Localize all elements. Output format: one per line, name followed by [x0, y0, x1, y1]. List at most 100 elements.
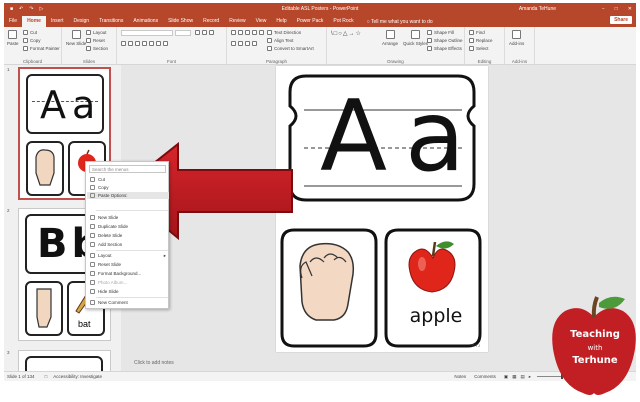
align-buttons[interactable]: [231, 41, 257, 46]
logo-line-1: Teaching: [570, 329, 620, 340]
tab-pot-rock[interactable]: Pot Rock: [328, 16, 358, 27]
find-button[interactable]: Find: [469, 30, 485, 35]
font-size-field[interactable]: [175, 30, 191, 36]
tab-review[interactable]: Review: [224, 16, 250, 27]
menu-item-new-slide[interactable]: New Slide: [87, 214, 169, 221]
paste-button[interactable]: Paste: [7, 30, 19, 46]
clipboard-label: Clipboard: [22, 59, 43, 64]
share-button[interactable]: Share: [610, 16, 632, 24]
maximize-button[interactable]: □: [615, 6, 618, 12]
tab-design[interactable]: Design: [68, 16, 94, 27]
tab-animations[interactable]: Animations: [128, 16, 163, 27]
menu-item-duplicate-slide[interactable]: Duplicate Slide: [87, 223, 169, 230]
view-buttons: ▣ ▦ ▤ ▸: [504, 374, 531, 380]
quick-styles-button[interactable]: Quick Styles: [403, 30, 428, 46]
list-buttons[interactable]: [231, 30, 264, 35]
tab-transitions[interactable]: Transitions: [94, 16, 128, 27]
tab-home[interactable]: Home: [22, 16, 46, 27]
arrange-button[interactable]: Arrange: [382, 30, 398, 46]
comments-button[interactable]: Comments: [474, 374, 496, 379]
menu-item-layout[interactable]: Layout ▸: [87, 252, 169, 259]
addins-button[interactable]: Add-ins: [509, 30, 524, 46]
slideshow-view-icon[interactable]: ▸: [529, 374, 531, 380]
notes-placeholder: Click to add notes: [134, 360, 174, 366]
font-size-buttons[interactable]: [195, 30, 214, 35]
editing-group: Find Replace Select Editing: [465, 27, 505, 65]
line-spacing-icon: [259, 30, 264, 35]
menu-item-paste-options[interactable]: Paste Options:: [87, 192, 169, 199]
find-icon: [469, 30, 474, 35]
notes-button[interactable]: Notes: [454, 374, 466, 379]
indent-icon: [245, 30, 250, 35]
slide-word: apple: [409, 305, 463, 327]
tell-me-box[interactable]: ○ Tell me what you want to do: [367, 19, 433, 27]
current-slide[interactable]: Aa apple © TJ: [276, 66, 488, 352]
font-name-field[interactable]: [121, 30, 173, 36]
align-left-icon: [231, 41, 236, 46]
oval-shape-icon: ○: [338, 30, 342, 37]
screenshot-frame: ■ ↶ ↷ ▷ Editable ASL Posters - PowerPoin…: [0, 0, 640, 402]
format-painter-button[interactable]: Format Painter: [23, 46, 60, 51]
shape-outline-button[interactable]: Shape Outline: [427, 38, 463, 43]
duplicate-icon: [90, 224, 95, 229]
menu-item-reset-slide[interactable]: Reset Slide: [87, 261, 169, 268]
align-text-button[interactable]: Align Text: [267, 38, 293, 43]
layout-button[interactable]: Layout: [86, 30, 107, 35]
drawing-group: \ □ ○ △ → ☆ Arrange Quick Styles Shape Fill S…: [327, 27, 465, 65]
tab-insert[interactable]: Insert: [46, 16, 69, 27]
replace-button[interactable]: Replace: [469, 38, 493, 43]
addins-icon: [512, 30, 522, 39]
minimize-button[interactable]: −: [602, 6, 605, 12]
menu-item-add-section[interactable]: Add Section: [87, 241, 169, 248]
tab-help[interactable]: Help: [271, 16, 291, 27]
copy-button[interactable]: Copy: [23, 38, 41, 43]
menu-search-input[interactable]: Search the menus: [89, 165, 166, 173]
font-group: Font: [117, 27, 227, 65]
menu-item-format-background[interactable]: Format Background...: [87, 270, 169, 277]
notes-pane[interactable]: Click to add notes: [134, 356, 534, 370]
user-name[interactable]: Amanda TeHune: [519, 6, 556, 12]
underline-icon: [135, 41, 140, 46]
tab-file[interactable]: File: [4, 16, 22, 27]
layout-icon: [90, 253, 95, 258]
text-direction-button[interactable]: Text Direction: [267, 30, 301, 35]
menu-item-delete-slide[interactable]: Delete Slide: [87, 232, 169, 239]
section-button[interactable]: Section: [86, 46, 108, 51]
thumbnail-hand-panel: [25, 281, 63, 336]
menu-item-copy[interactable]: Copy: [87, 184, 169, 191]
menu-separator: [96, 210, 168, 211]
select-button[interactable]: Select: [469, 46, 489, 51]
reset-button[interactable]: Reset: [86, 38, 105, 43]
menu-item-new-comment[interactable]: New Comment: [87, 299, 169, 306]
slide-sorter-icon[interactable]: ▦: [512, 374, 516, 380]
tab-slide-show[interactable]: Slide Show: [163, 16, 198, 27]
font-style-buttons[interactable]: [121, 41, 168, 46]
ribbon: Paste Cut Copy Format Painter Clipboard …: [4, 27, 636, 65]
teaching-with-terhune-logo: Teaching with Terhune: [549, 293, 639, 401]
new-slide-button[interactable]: New Slide: [66, 30, 86, 46]
tab-view[interactable]: View: [251, 16, 272, 27]
normal-view-icon[interactable]: ▣: [504, 374, 508, 380]
reset-icon: [86, 38, 91, 43]
copy-icon: [90, 185, 95, 190]
arrange-icon: [385, 30, 395, 39]
slide-footer: © TJ: [471, 343, 480, 348]
accessibility-status[interactable]: Accessibility: Investigate: [53, 374, 102, 379]
menu-item-hide-slide[interactable]: Hide Slide: [87, 288, 169, 295]
convert-smartart-button[interactable]: Convert to SmartArt: [267, 46, 314, 51]
cut-button[interactable]: Cut: [23, 30, 37, 35]
thumbnail-asl-hand-b-icon: [36, 288, 52, 328]
shapes-gallery[interactable]: \ □ ○ △ → ☆: [331, 30, 375, 38]
tab-power-pack[interactable]: Power Pack: [292, 16, 329, 27]
tab-record[interactable]: Record: [198, 16, 224, 27]
shape-fill-button[interactable]: Shape Fill: [427, 30, 454, 35]
shape-effects-button[interactable]: Shape Effects: [427, 46, 462, 51]
section-icon: [90, 242, 95, 247]
thumbnail-number: 3: [7, 350, 10, 355]
thumbnail-asl-hand-icon: [35, 149, 55, 186]
reading-view-icon[interactable]: ▤: [520, 374, 524, 380]
close-button[interactable]: ✕: [628, 6, 632, 12]
menu-item-cut[interactable]: Cut: [87, 176, 169, 183]
spellcheck-icon[interactable]: □: [45, 374, 48, 379]
quick-styles-icon: [411, 30, 420, 39]
